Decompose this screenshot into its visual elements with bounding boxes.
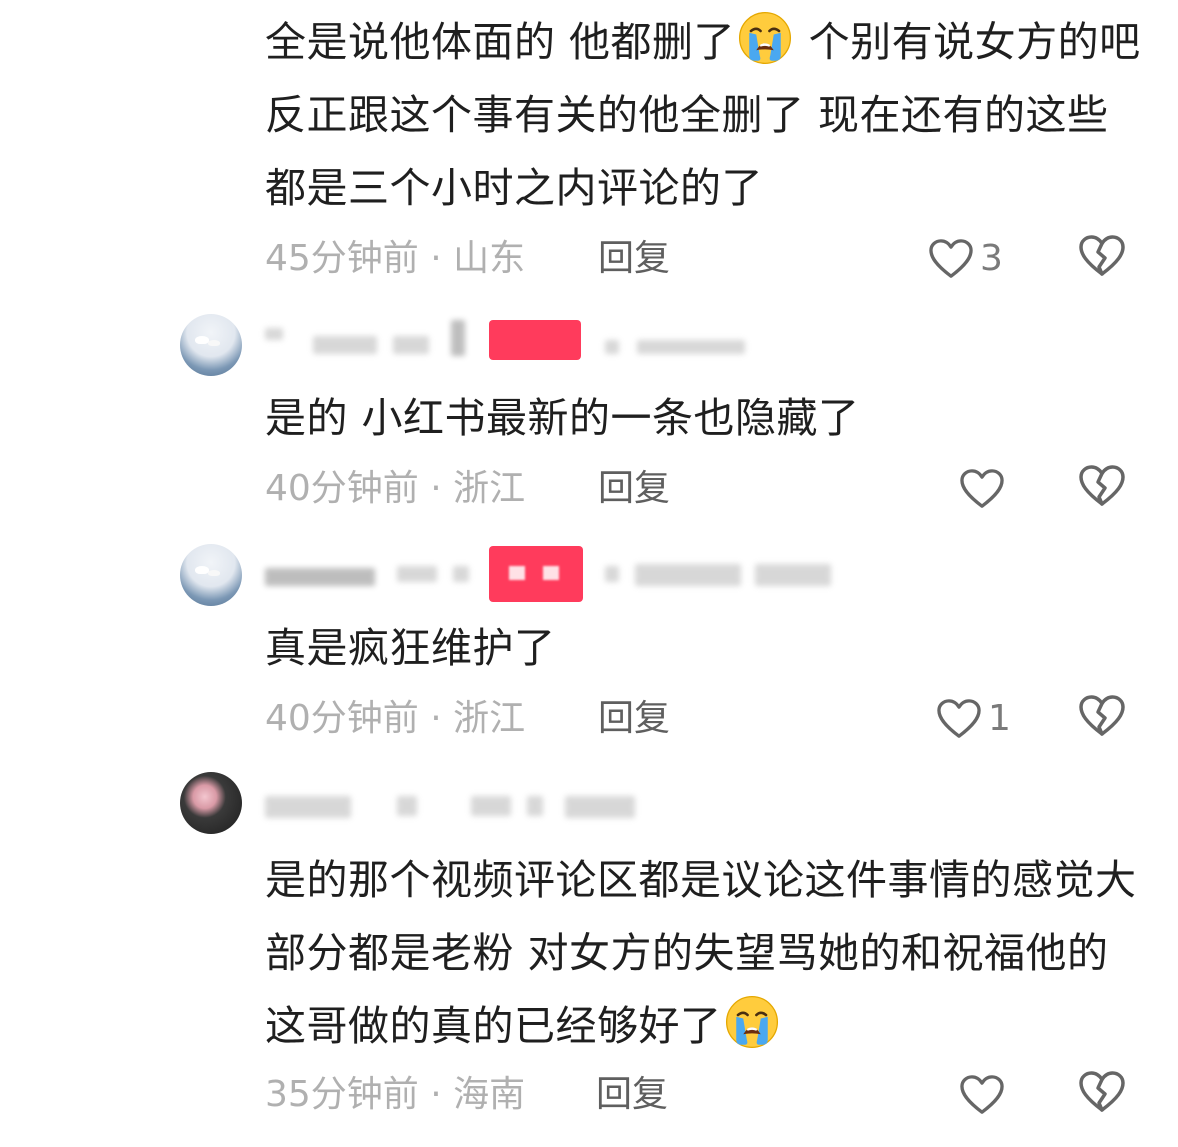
broken-heart-icon — [1078, 234, 1126, 278]
dislike-button[interactable] — [1078, 694, 1130, 744]
comment-location: 山东 — [453, 238, 526, 279]
meta-separator: · — [418, 238, 454, 279]
heart-icon — [959, 1074, 1005, 1116]
like-count: 3 — [980, 238, 1003, 279]
comment-time: 45分钟前 — [265, 238, 419, 279]
heart-icon — [928, 238, 974, 280]
avatar[interactable] — [180, 772, 242, 834]
comment-text: 是的 小红书最新的一条也隐藏了 — [265, 394, 860, 442]
comment-meta: 35分钟前 · 海南 — [265, 1070, 525, 1120]
username-redacted[interactable] — [265, 782, 865, 826]
loudly-crying-face-icon — [724, 994, 780, 1050]
reply-button[interactable]: 回复 — [596, 1070, 668, 1120]
dislike-button[interactable] — [1078, 1070, 1130, 1120]
comment-meta: 45分钟前 · 山东 — [265, 234, 525, 284]
like-button[interactable] — [959, 1070, 1005, 1120]
like-count: 1 — [988, 698, 1011, 739]
reply-button[interactable]: 回复 — [598, 234, 670, 284]
dislike-button[interactable] — [1078, 234, 1130, 284]
broken-heart-icon — [1078, 464, 1126, 508]
username-redacted[interactable] — [265, 318, 865, 362]
broken-heart-icon — [1078, 694, 1126, 738]
comment-meta: 40分钟前 · 浙江 — [265, 694, 525, 744]
comment-time: 35分钟前 — [265, 1074, 419, 1115]
comment-time: 40分钟前 — [265, 468, 419, 509]
like-button[interactable]: 3 — [928, 234, 1003, 284]
comment-location: 海南 — [453, 1074, 526, 1115]
comment-text: 全是说他体面的 他都删了 个别有说女方的吧 反正跟这个事有关的他全删了 现在还有… — [265, 6, 1145, 225]
swan-image — [195, 566, 209, 574]
comment-item: 真是疯狂维护了 40分钟前 · 浙江 回复 1 — [0, 530, 1178, 760]
comment-location: 浙江 — [453, 468, 526, 509]
redacted-block — [489, 320, 581, 360]
meta-separator: · — [418, 698, 454, 739]
comment-item: 全是说他体面的 他都删了 个别有说女方的吧 反正跟这个事有关的他全删了 现在还有… — [0, 0, 1178, 300]
meta-separator: · — [418, 1074, 454, 1115]
like-button[interactable]: 1 — [936, 694, 1011, 744]
dislike-button[interactable] — [1078, 464, 1130, 514]
avatar[interactable] — [180, 544, 242, 606]
avatar[interactable] — [180, 314, 242, 376]
comment-item: 是的 小红书最新的一条也隐藏了 40分钟前 · 浙江 回复 — [0, 300, 1178, 530]
reply-button[interactable]: 回复 — [598, 694, 670, 744]
username-redacted[interactable] — [265, 546, 865, 602]
comment-text: 真是疯狂维护了 — [265, 624, 556, 672]
loudly-crying-face-icon — [737, 10, 793, 66]
comment-text: 是的那个视频评论区都是议论这件事情的感觉大部分都是老粉 对女方的失望骂她的和祝福… — [265, 856, 1137, 1050]
heart-icon — [936, 698, 982, 740]
meta-separator: · — [418, 468, 454, 509]
comment-meta: 40分钟前 · 浙江 — [265, 464, 525, 514]
broken-heart-icon — [1078, 1070, 1126, 1114]
swan-image — [195, 336, 209, 344]
like-button[interactable] — [959, 464, 1005, 514]
reply-button[interactable]: 回复 — [598, 464, 670, 514]
comment-location: 浙江 — [453, 698, 526, 739]
comment-time: 40分钟前 — [265, 698, 419, 739]
comment-item: 是的那个视频评论区都是议论这件事情的感觉大部分都是老粉 对女方的失望骂她的和祝福… — [0, 760, 1178, 1147]
redacted-block — [489, 546, 583, 602]
heart-icon — [959, 468, 1005, 510]
